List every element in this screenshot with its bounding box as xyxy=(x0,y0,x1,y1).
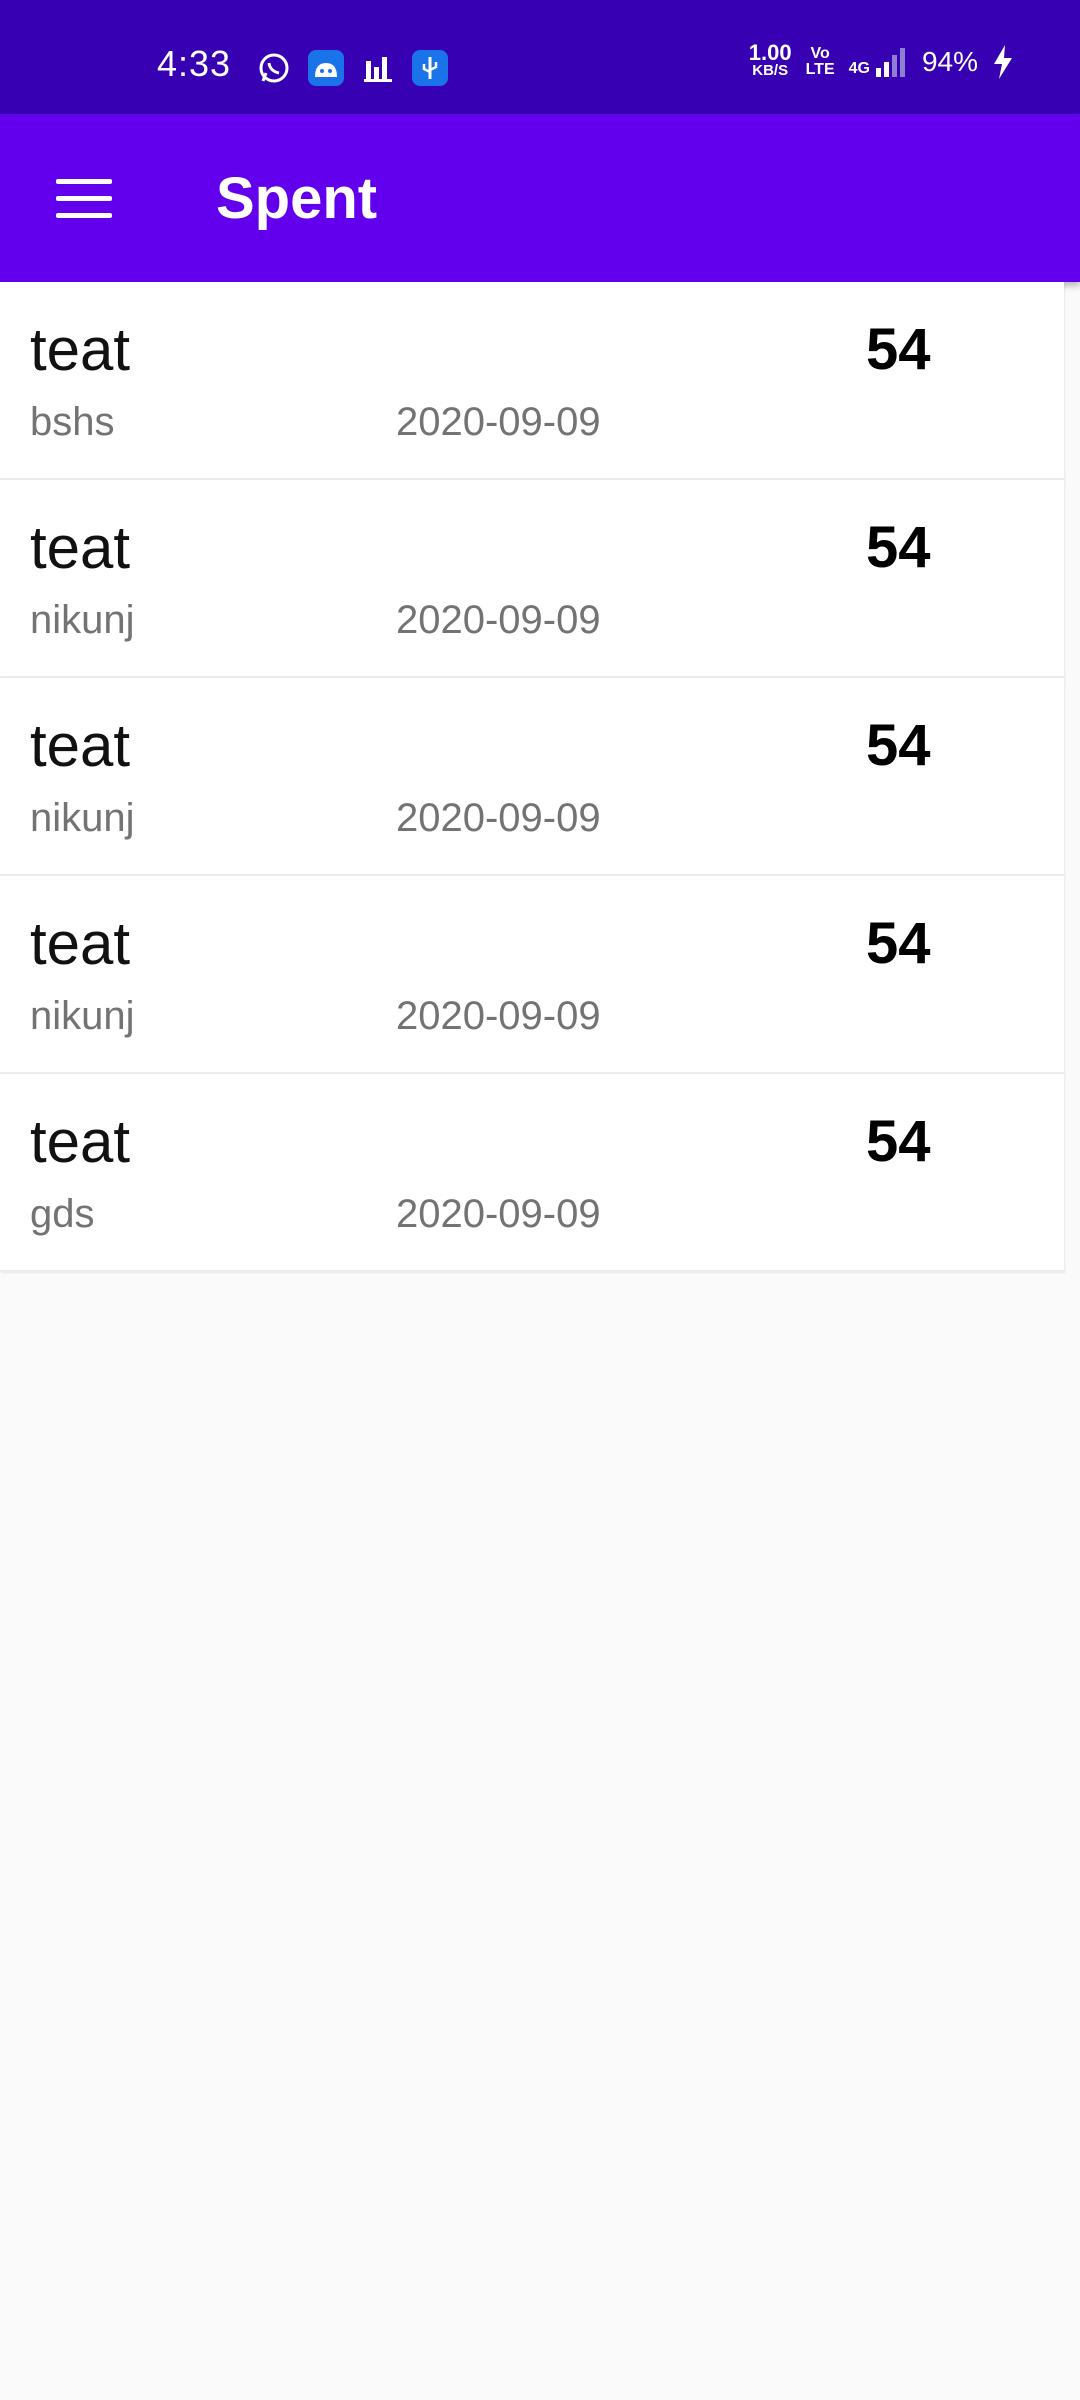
speed-unit: KB/S xyxy=(752,62,789,79)
item-subtitle: nikunj xyxy=(30,598,135,642)
item-title: teat xyxy=(30,316,131,383)
bar-chart-icon xyxy=(360,50,396,86)
notification-icons xyxy=(256,50,448,86)
item-amount: 54 xyxy=(866,1109,931,1174)
menu-button[interactable] xyxy=(40,158,128,238)
item-date: 2020-09-09 xyxy=(396,796,601,840)
list-item[interactable]: teat gds 2020-09-09 54 xyxy=(0,1074,1064,1272)
list-item[interactable]: teat nikunj 2020-09-09 54 xyxy=(0,876,1064,1074)
app-bar: Spent xyxy=(0,114,1080,282)
status-time: 4:33 xyxy=(157,43,232,84)
usb-icon xyxy=(412,50,448,86)
speed-value: 1.00 xyxy=(748,40,792,65)
menu-icon xyxy=(56,178,112,184)
item-date: 2020-09-09 xyxy=(396,1192,601,1236)
item-amount: 54 xyxy=(866,317,931,382)
battery-percent: 94% xyxy=(921,46,978,77)
charging-icon xyxy=(994,45,1012,79)
volte-bottom: LTE xyxy=(805,61,835,78)
list-item[interactable]: teat nikunj 2020-09-09 54 xyxy=(0,678,1064,876)
network-type: 4G xyxy=(848,60,870,77)
item-date: 2020-09-09 xyxy=(396,400,601,444)
list-item[interactable]: teat bshs 2020-09-09 54 xyxy=(0,282,1064,480)
volte-indicator: Vo LTE xyxy=(806,46,835,78)
volte-top: Vo xyxy=(810,45,830,62)
item-title: teat xyxy=(30,910,131,977)
item-date: 2020-09-09 xyxy=(396,598,601,642)
item-amount: 54 xyxy=(866,713,931,778)
item-amount: 54 xyxy=(866,911,931,976)
item-subtitle: nikunj xyxy=(30,994,135,1038)
item-subtitle: gds xyxy=(30,1192,95,1236)
spent-list: teat bshs 2020-09-09 54 teat nikunj 2020… xyxy=(0,282,1064,1272)
signal-icon: 4G xyxy=(849,46,908,78)
item-title: teat xyxy=(30,1108,131,1175)
item-subtitle: nikunj xyxy=(30,796,135,840)
page-title: Spent xyxy=(216,166,378,231)
item-subtitle: bshs xyxy=(30,400,115,444)
network-speed: 1.00 KB/S xyxy=(748,40,792,80)
system-indicators: 1.00 KB/S Vo LTE 4G 94% xyxy=(748,40,1014,80)
item-date: 2020-09-09 xyxy=(396,994,601,1038)
item-title: teat xyxy=(30,712,131,779)
list-item[interactable]: teat nikunj 2020-09-09 54 xyxy=(0,480,1064,678)
item-title: teat xyxy=(30,514,131,581)
android-icon xyxy=(308,50,344,86)
whatsapp-icon xyxy=(256,50,292,86)
item-amount: 54 xyxy=(866,515,931,580)
status-bar: 4:33 1.00 KB/S Vo LTE 4G 94% xyxy=(0,0,1080,114)
